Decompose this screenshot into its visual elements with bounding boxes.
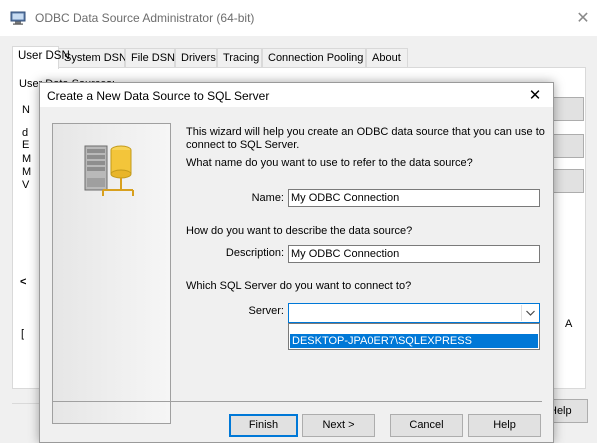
combobox-dropdown-button[interactable] <box>521 305 538 321</box>
dsn-list-fragment: V <box>22 179 30 191</box>
dialog-close-button[interactable]: ✕ <box>523 85 547 105</box>
tab-tracing[interactable]: Tracing <box>217 48 262 68</box>
dialog-title: Create a New Data Source to SQL Server <box>47 89 270 103</box>
dsn-list-fragment: N <box>22 104 30 116</box>
dsn-list-fragment: M <box>22 166 32 178</box>
description-fragment: A <box>565 318 573 330</box>
add-button-partial[interactable] <box>553 97 584 121</box>
outer-title-bar: ODBC Data Source Administrator (64-bit) … <box>0 0 597 36</box>
tab-connection-pooling[interactable]: Connection Pooling <box>262 48 366 68</box>
wizard-intro-line-1: This wizard will help you create an ODBC… <box>186 126 545 138</box>
create-sql-datasource-dialog: Create a New Data Source to SQL Server ✕… <box>39 82 554 443</box>
cancel-button[interactable]: Cancel <box>390 414 463 437</box>
remove-button-partial[interactable] <box>553 134 584 158</box>
dsn-list-fragment: E <box>22 139 30 151</box>
wizard-image-panel <box>52 123 171 424</box>
dsn-list-fragment: d <box>22 127 29 139</box>
server-dropdown-list: DESKTOP-JPA0ER7\SQLEXPRESS <box>288 323 540 350</box>
description-input[interactable]: My ODBC Connection <box>288 245 540 263</box>
tab-drivers[interactable]: Drivers <box>175 48 217 68</box>
dsn-list-fragment: M <box>22 153 32 165</box>
tab-user-dsn[interactable]: User DSN <box>12 46 70 69</box>
tab-file-dsn[interactable]: File DSN <box>125 48 175 68</box>
name-input[interactable]: My ODBC Connection <box>288 189 540 207</box>
database-server-icon <box>84 145 134 196</box>
dialog-button-divider <box>52 401 542 402</box>
odbc-app-icon <box>10 11 26 25</box>
wizard-intro-line-2: connect to SQL Server. <box>186 139 300 151</box>
next-button[interactable]: Next > <box>302 414 375 437</box>
dialog-title-bar: Create a New Data Source to SQL Server ✕ <box>40 83 553 107</box>
name-question: What name do you want to use to refer to… <box>186 157 473 169</box>
outer-window-title: ODBC Data Source Administrator (64-bit) <box>35 11 255 25</box>
tab-about[interactable]: About <box>366 48 408 68</box>
finish-button[interactable]: Finish <box>229 414 298 437</box>
list-bracket-fragment: [ <box>21 328 25 340</box>
description-label: Description: <box>225 247 284 259</box>
help-button[interactable]: Help <box>468 414 541 437</box>
outer-close-button[interactable]: ✕ <box>572 8 594 28</box>
server-question: Which SQL Server do you want to connect … <box>186 280 412 292</box>
server-option-desktop-sqlexpress[interactable]: DESKTOP-JPA0ER7\SQLEXPRESS <box>290 334 538 348</box>
describe-question: How do you want to describe the data sou… <box>186 225 413 237</box>
name-label: Name: <box>251 192 284 204</box>
list-scroll-left-arrow[interactable]: < <box>20 276 26 288</box>
server-combobox[interactable] <box>288 303 540 323</box>
server-label: Server: <box>248 305 284 317</box>
chevron-down-icon <box>526 310 535 316</box>
configure-button-partial[interactable] <box>553 169 584 193</box>
